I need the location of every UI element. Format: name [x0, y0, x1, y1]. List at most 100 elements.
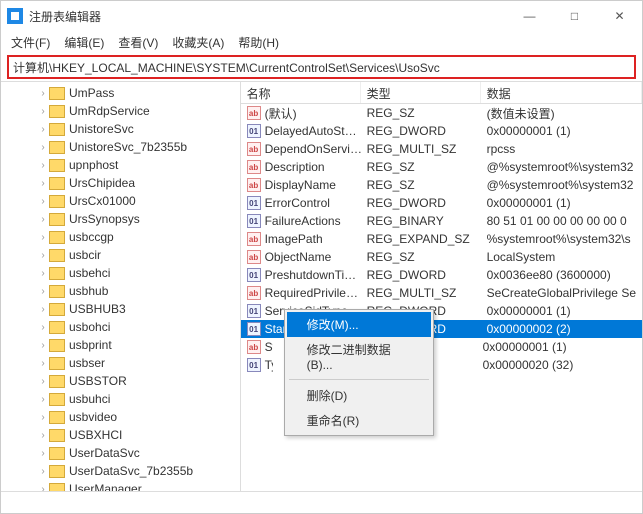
- menu-file[interactable]: 文件(F): [5, 32, 56, 53]
- expand-caret-icon[interactable]: ›: [37, 322, 49, 333]
- value-row[interactable]: abImagePathREG_EXPAND_SZ%systemroot%\sys…: [241, 230, 642, 248]
- expand-caret-icon[interactable]: ›: [37, 142, 49, 153]
- value-name-cell: 01Ty: [241, 358, 273, 372]
- close-button[interactable]: ✕: [597, 1, 642, 31]
- tree-item[interactable]: ›usbser: [1, 354, 240, 372]
- value-type-icon: ab: [247, 160, 261, 174]
- tree-item[interactable]: ›usbvideo: [1, 408, 240, 426]
- expand-caret-icon[interactable]: ›: [37, 160, 49, 171]
- window-title: 注册表编辑器: [29, 8, 507, 25]
- value-row[interactable]: abRequiredPrivile…REG_MULTI_SZSeCreateGl…: [241, 284, 642, 302]
- tree-item[interactable]: › usbprint: [1, 336, 240, 354]
- expand-caret-icon[interactable]: ›: [37, 394, 49, 405]
- expand-caret-icon[interactable]: ›: [37, 268, 49, 279]
- key-tree[interactable]: › UmPass › UmRdpService ›UnistoreSvc›Unistor…: [1, 82, 241, 491]
- expand-caret-icon[interactable]: ›: [37, 448, 49, 459]
- tree-item-label: usbcir: [69, 248, 101, 262]
- value-row[interactable]: 01ErrorControlREG_DWORD0x00000001 (1): [241, 194, 642, 212]
- value-data-cell: 0x00000001 (1): [481, 196, 642, 210]
- folder-icon: [49, 87, 65, 100]
- tree-item[interactable]: ›UnistoreSvc: [1, 120, 240, 138]
- tree-item-label: UserDataSvc: [69, 446, 140, 460]
- tree-item[interactable]: › usbuhci: [1, 390, 240, 408]
- menu-view[interactable]: 查看(V): [112, 32, 164, 53]
- maximize-button[interactable]: □: [552, 1, 597, 31]
- expand-caret-icon[interactable]: ›: [37, 124, 49, 135]
- address-text: 计算机\HKEY_LOCAL_MACHINE\SYSTEM\CurrentCon…: [13, 59, 440, 76]
- expand-caret-icon[interactable]: ›: [37, 466, 49, 477]
- tree-item[interactable]: ›UrsChipidea: [1, 174, 240, 192]
- tree-item[interactable]: ›UserDataSvc_7b2355b: [1, 462, 240, 480]
- ctx-modify-binary[interactable]: 修改二进制数据(B)...: [287, 337, 431, 376]
- expand-caret-icon[interactable]: ›: [37, 250, 49, 261]
- ctx-modify[interactable]: 修改(M)...: [287, 312, 431, 337]
- address-bar[interactable]: 计算机\HKEY_LOCAL_MACHINE\SYSTEM\CurrentCon…: [7, 55, 636, 79]
- value-row[interactable]: 01PreshutdownTi…REG_DWORD0x0036ee80 (360…: [241, 266, 642, 284]
- expand-caret-icon[interactable]: ›: [37, 178, 49, 189]
- tree-item[interactable]: ›usbehci: [1, 264, 240, 282]
- value-row[interactable]: ab(默认)REG_SZ(数值未设置): [241, 104, 642, 122]
- col-name[interactable]: 名称: [241, 82, 361, 103]
- tree-item[interactable]: › UrsSynopsys: [1, 210, 240, 228]
- col-type[interactable]: 类型: [361, 82, 481, 103]
- tree-item-label: usbprint: [69, 338, 112, 352]
- expand-caret-icon[interactable]: ›: [37, 196, 49, 207]
- expand-caret-icon[interactable]: ›: [37, 286, 49, 297]
- value-row[interactable]: 01FailureActionsREG_BINARY80 51 01 00 00…: [241, 212, 642, 230]
- tree-item[interactable]: ›usbohci: [1, 318, 240, 336]
- expand-caret-icon[interactable]: ›: [37, 106, 49, 117]
- tree-item[interactable]: › UmPass: [1, 84, 240, 102]
- value-name-cell: abRequiredPrivile…: [241, 286, 361, 300]
- tree-item[interactable]: › UserDataSvc: [1, 444, 240, 462]
- tree-item[interactable]: ›UserManager: [1, 480, 240, 491]
- value-type-icon: ab: [247, 286, 261, 300]
- minimize-button[interactable]: —: [507, 1, 552, 31]
- tree-item[interactable]: › UmRdpService: [1, 102, 240, 120]
- expand-caret-icon[interactable]: ›: [37, 214, 49, 225]
- value-row[interactable]: abDependOnServi…REG_MULTI_SZrpcss: [241, 140, 642, 158]
- value-row[interactable]: 01DelayedAutoSt…REG_DWORD0x00000001 (1): [241, 122, 642, 140]
- expand-caret-icon[interactable]: ›: [37, 430, 49, 441]
- value-type-icon: 01: [247, 304, 261, 318]
- tree-item[interactable]: ›usbccgp: [1, 228, 240, 246]
- value-row[interactable]: abObjectNameREG_SZLocalSystem: [241, 248, 642, 266]
- expand-caret-icon[interactable]: ›: [37, 340, 49, 351]
- tree-item[interactable]: › usbcir: [1, 246, 240, 264]
- expand-caret-icon[interactable]: ›: [37, 304, 49, 315]
- tree-item[interactable]: ›upnphost: [1, 156, 240, 174]
- value-data-cell: 0x00000001 (1): [481, 304, 642, 318]
- menu-favorites[interactable]: 收藏夹(A): [166, 32, 230, 53]
- expand-caret-icon[interactable]: ›: [37, 358, 49, 369]
- value-row[interactable]: abDisplayNameREG_SZ@%systemroot%\system3…: [241, 176, 642, 194]
- menu-edit[interactable]: 编辑(E): [58, 32, 110, 53]
- tree-item-label: UmPass: [69, 86, 114, 100]
- folder-icon: [49, 105, 65, 118]
- folder-icon: [49, 159, 65, 172]
- expand-caret-icon[interactable]: ›: [37, 376, 49, 387]
- tree-item[interactable]: › UrsCx01000: [1, 192, 240, 210]
- tree-item-label: usbuhci: [69, 392, 110, 406]
- ctx-delete[interactable]: 删除(D): [287, 383, 431, 408]
- folder-icon: [49, 213, 65, 226]
- tree-item[interactable]: ›UnistoreSvc_7b2355b: [1, 138, 240, 156]
- value-type-cell: REG_MULTI_SZ: [361, 142, 481, 156]
- tree-item-label: UrsSynopsys: [69, 212, 140, 226]
- folder-icon: [49, 303, 65, 316]
- tree-item[interactable]: ›USBXHCI: [1, 426, 240, 444]
- expand-caret-icon[interactable]: ›: [37, 484, 49, 492]
- value-type-icon: 01: [247, 214, 261, 228]
- col-data[interactable]: 数据: [481, 82, 642, 103]
- tree-item[interactable]: ›usbhub: [1, 282, 240, 300]
- expand-caret-icon[interactable]: ›: [37, 88, 49, 99]
- folder-icon: [49, 231, 65, 244]
- menu-help[interactable]: 帮助(H): [232, 32, 285, 53]
- tree-item[interactable]: ›USBHUB3: [1, 300, 240, 318]
- ctx-rename[interactable]: 重命名(R): [287, 408, 431, 433]
- folder-icon: [49, 141, 65, 154]
- value-row[interactable]: abDescriptionREG_SZ@%systemroot%\system3…: [241, 158, 642, 176]
- tree-item[interactable]: ›USBSTOR: [1, 372, 240, 390]
- expand-caret-icon[interactable]: ›: [37, 412, 49, 423]
- tree-item-label: UmRdpService: [69, 104, 150, 118]
- expand-caret-icon[interactable]: ›: [37, 232, 49, 243]
- tree-item-label: UrsCx01000: [69, 194, 136, 208]
